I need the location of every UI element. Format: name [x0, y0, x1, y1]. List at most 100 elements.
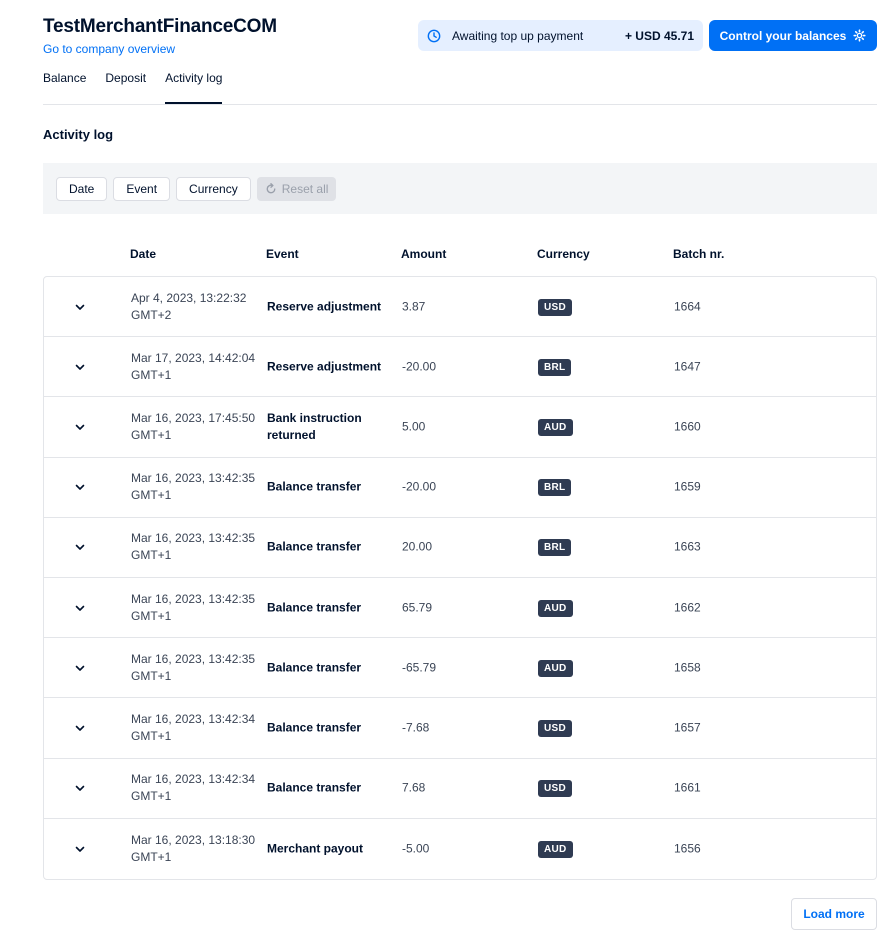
row-date: Mar 16, 2023, 13:42:35 GMT+1	[131, 651, 256, 683]
table-row[interactable]: Mar 16, 2023, 13:42:35 GMT+1 Balance tra…	[44, 578, 876, 639]
row-event: Balance transfer	[267, 539, 362, 554]
row-date: Mar 16, 2023, 13:42:35 GMT+1	[131, 531, 256, 563]
currency-badge: AUD	[538, 599, 573, 617]
refresh-icon	[266, 182, 276, 193]
row-currency: BRL	[538, 358, 572, 376]
row-batch: 1657	[674, 720, 701, 735]
table-row[interactable]: Mar 16, 2023, 13:42:35 GMT+1 Balance tra…	[44, 638, 876, 699]
event-filter-button[interactable]: Event	[113, 176, 171, 201]
row-amount: -20.00	[402, 359, 437, 374]
row-event: Reserve adjustment	[267, 359, 382, 374]
row-amount: 65.79	[402, 600, 433, 615]
reset-all-button[interactable]: Reset all	[256, 176, 337, 201]
company-overview-link[interactable]: Go to company overview	[43, 42, 175, 56]
row-event: Balance transfer	[267, 780, 362, 795]
row-batch: 1659	[674, 479, 701, 494]
chevron-down-icon[interactable]	[74, 722, 86, 734]
status-text: Awaiting top up payment	[452, 28, 584, 43]
currency-badge: AUD	[538, 840, 573, 858]
row-date: Apr 4, 2023, 13:22:32 GMT+2	[131, 290, 247, 322]
row-batch: 1661	[674, 780, 701, 795]
table-row[interactable]: Mar 16, 2023, 17:45:50 GMT+1 Bank instru…	[44, 397, 876, 458]
tab-activity-log[interactable]: Activity log	[165, 62, 223, 104]
table-row[interactable]: Mar 16, 2023, 13:42:35 GMT+1 Balance tra…	[44, 518, 876, 578]
control-balances-label: Control your balances	[719, 28, 847, 43]
table-header: Date Event Amount Currency Batch nr.	[43, 247, 877, 263]
row-amount: 7.68	[402, 780, 426, 795]
row-date: Mar 16, 2023, 13:42:35 GMT+1	[131, 591, 256, 623]
table-row[interactable]: Mar 17, 2023, 14:42:04 GMT+1 Reserve adj…	[44, 337, 876, 398]
table-row[interactable]: Apr 4, 2023, 13:22:32 GMT+2 Reserve adju…	[44, 277, 876, 338]
column-batch: Batch nr.	[673, 247, 725, 261]
row-amount: 20.00	[402, 539, 433, 554]
row-date: Mar 16, 2023, 13:42:34 GMT+1	[131, 711, 256, 743]
currency-badge: USD	[538, 780, 573, 798]
row-currency: USD	[538, 719, 573, 737]
row-event: Reserve adjustment	[267, 299, 382, 314]
row-batch: 1663	[674, 539, 701, 554]
table-row[interactable]: Mar 16, 2023, 13:42:34 GMT+1 Balance tra…	[44, 698, 876, 759]
row-date: Mar 16, 2023, 13:18:30 GMT+1	[131, 832, 256, 864]
row-date: Mar 16, 2023, 13:42:34 GMT+1	[131, 772, 256, 804]
row-currency: BRL	[538, 478, 572, 497]
currency-badge: AUD	[538, 418, 573, 436]
row-amount: -20.00	[402, 479, 437, 494]
chevron-down-icon[interactable]	[74, 301, 86, 313]
row-currency: AUD	[538, 599, 573, 617]
row-amount: -5.00	[402, 841, 430, 856]
row-batch: 1658	[674, 660, 701, 675]
date-filter-button[interactable]: Date	[56, 176, 108, 201]
row-currency: USD	[538, 298, 573, 316]
row-batch: 1660	[674, 419, 701, 434]
chevron-down-icon[interactable]	[74, 782, 86, 794]
currency-badge: USD	[538, 719, 573, 737]
top-up-status: Awaiting top up payment + USD 45.71	[418, 20, 703, 51]
row-date: Mar 16, 2023, 17:45:50 GMT+1	[131, 410, 256, 442]
currency-badge: BRL	[538, 479, 572, 497]
table-row[interactable]: Mar 16, 2023, 13:42:35 GMT+1 Balance tra…	[44, 458, 876, 518]
row-date: Mar 17, 2023, 14:42:04 GMT+1	[131, 350, 256, 382]
row-event: Balance transfer	[267, 600, 362, 615]
table-row[interactable]: Mar 16, 2023, 13:18:30 GMT+1 Merchant pa…	[44, 819, 876, 879]
row-event: Bank instruction returned	[267, 410, 362, 442]
chevron-down-icon[interactable]	[74, 541, 86, 553]
row-event: Balance transfer	[267, 660, 362, 675]
row-batch: 1662	[674, 600, 701, 615]
chevron-down-icon[interactable]	[74, 602, 86, 614]
currency-badge: USD	[538, 298, 573, 316]
clock-icon	[427, 29, 441, 42]
chevron-down-icon[interactable]	[74, 361, 86, 373]
row-event: Merchant payout	[267, 841, 364, 856]
row-amount: 5.00	[402, 419, 426, 434]
row-amount: -7.68	[402, 720, 430, 735]
table-row[interactable]: Mar 16, 2023, 13:42:34 GMT+1 Balance tra…	[44, 759, 876, 819]
column-date: Date	[130, 247, 157, 261]
page-title: TestMerchantFinanceCOM	[43, 16, 277, 37]
chevron-down-icon[interactable]	[74, 421, 86, 433]
currency-badge: BRL	[538, 358, 572, 376]
reset-all-label: Reset all	[281, 181, 329, 196]
tab-bar: Balance Deposit Activity log	[43, 62, 241, 104]
status-amount: + USD 45.71	[624, 28, 694, 43]
currency-badge: BRL	[538, 539, 572, 557]
row-event: Balance transfer	[267, 720, 362, 735]
currency-filter-button[interactable]: Currency	[176, 176, 251, 201]
section-title: Activity log	[43, 127, 114, 142]
chevron-down-icon[interactable]	[74, 662, 86, 674]
load-more-button[interactable]: Load more	[791, 898, 877, 930]
row-date: Mar 16, 2023, 13:42:35 GMT+1	[131, 471, 256, 503]
tab-balance[interactable]: Balance	[43, 62, 86, 104]
row-amount: 3.87	[402, 299, 426, 314]
control-balances-button[interactable]: Control your balances	[709, 20, 877, 51]
row-amount: -65.79	[402, 660, 437, 675]
row-batch: 1647	[674, 359, 701, 374]
chevron-down-icon[interactable]	[74, 481, 86, 493]
currency-badge: AUD	[538, 659, 573, 677]
row-event: Balance transfer	[267, 479, 362, 494]
activity-table: Apr 4, 2023, 13:22:32 GMT+2 Reserve adju…	[43, 276, 877, 880]
row-currency: USD	[538, 779, 573, 798]
tab-deposit[interactable]: Deposit	[105, 62, 146, 104]
chevron-down-icon[interactable]	[74, 843, 86, 855]
column-currency: Currency	[537, 247, 590, 261]
filter-bar: Date Event Currency Reset all	[43, 163, 877, 214]
